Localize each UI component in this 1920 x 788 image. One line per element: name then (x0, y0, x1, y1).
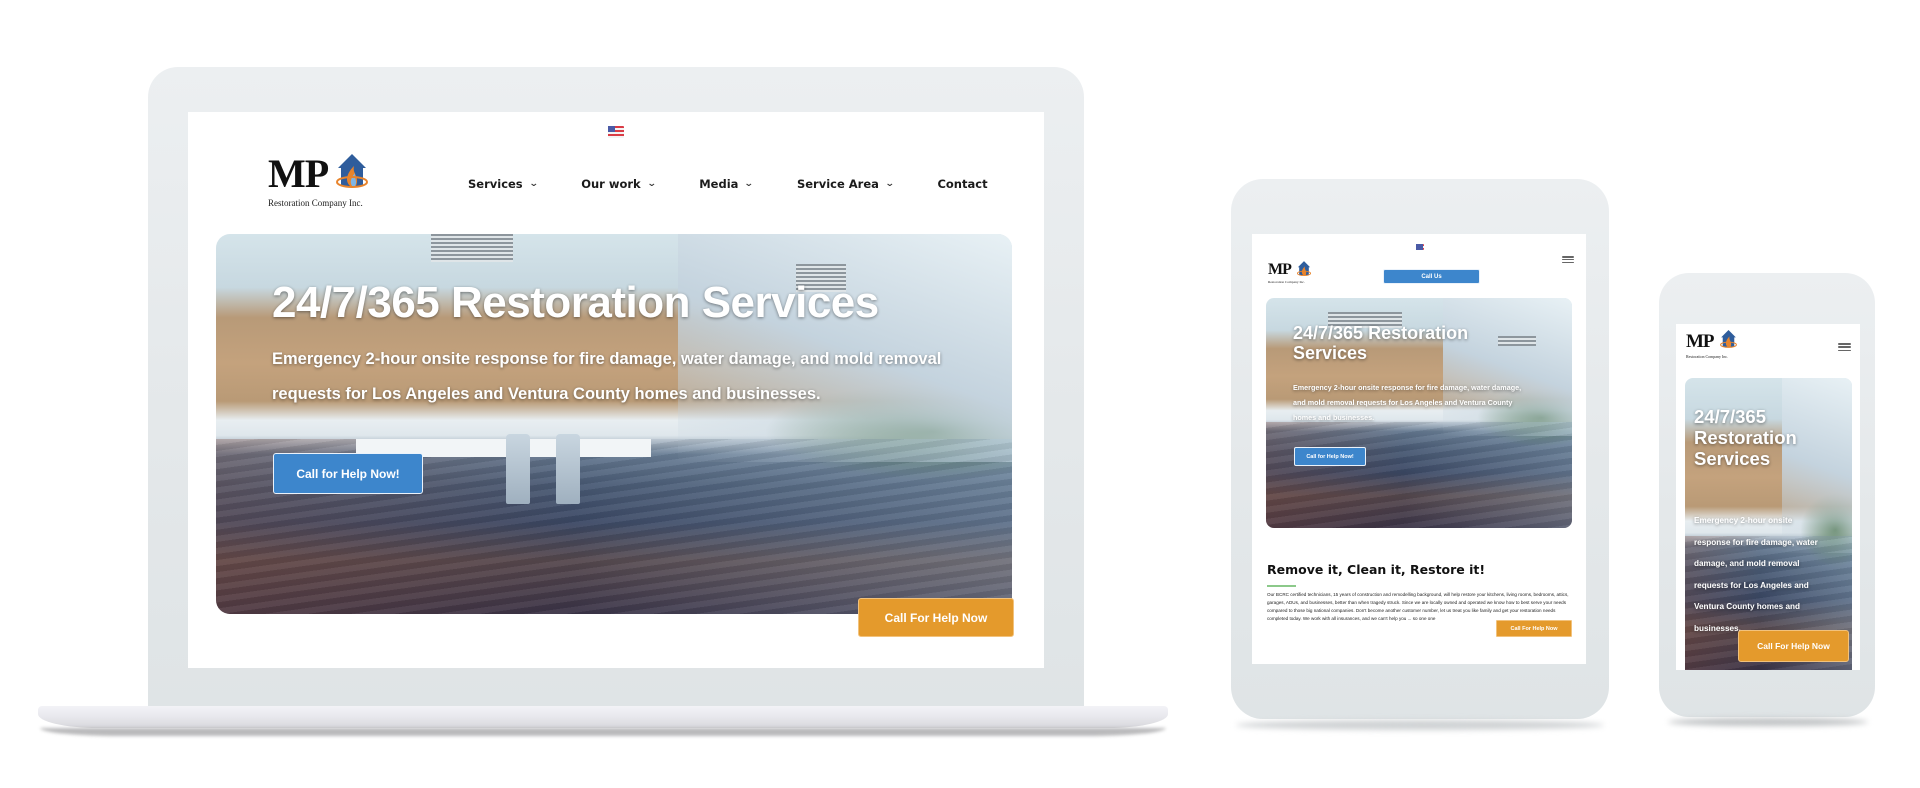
nav-label: Services (468, 177, 523, 191)
phone-shadow (1668, 718, 1868, 726)
hero-image: 24/7/365 Restoration Services Emergency … (1685, 378, 1852, 670)
hero-title-line: Services (1293, 343, 1368, 363)
hero-subtitle-line: homes and businesses. (1293, 413, 1375, 422)
hero-title: 24/7/365 Restoration Services (1694, 406, 1797, 469)
nav-item-contact[interactable]: Contact (937, 177, 987, 191)
hero-subtitle: Emergency 2-hour onsite response for fir… (272, 342, 941, 412)
hamburger-icon[interactable] (1562, 256, 1574, 263)
floating-call-button[interactable]: Call For Help Now (858, 598, 1014, 637)
nav-item-service-area[interactable]: Service Area ⌄ (796, 177, 895, 191)
mobile-screen: MP Restoration Company Inc. 24/7/365 Res… (1676, 324, 1860, 670)
hero-image: 24/7/365 Restoration Services Emergency … (1266, 298, 1572, 528)
title-underline (1267, 585, 1296, 587)
house-flame-icon (336, 154, 368, 188)
logo-tagline: Restoration Company Inc. (1686, 354, 1729, 359)
logo-tagline: Restoration Company Inc. (268, 198, 363, 208)
nav-item-media[interactable]: Media ⌄ (699, 177, 755, 191)
logo-tagline: Restoration Company Inc. (1268, 280, 1305, 284)
nav-label: Contact (937, 177, 988, 191)
hero-title-line: Restoration (1694, 427, 1797, 448)
chevron-down-icon: ⌄ (744, 179, 755, 189)
chair (506, 434, 530, 504)
hero-subtitle-line: Emergency 2-hour onsite response for fir… (1293, 383, 1522, 392)
floating-call-button[interactable]: Call For Help Now (1738, 630, 1849, 662)
chevron-down-icon: ⌄ (646, 179, 657, 189)
nav-item-our-work[interactable]: Our work ⌄ (581, 177, 657, 191)
hero-title-line: 24/7/365 Restoration (1293, 323, 1469, 343)
house-flame-icon (1297, 261, 1311, 276)
section-body: Our BCRC certified technicians, 15 years… (1267, 592, 1569, 621)
us-flag-icon[interactable] (1416, 244, 1424, 250)
hero-subtitle: Emergency 2-hour onsite response for fir… (1694, 510, 1818, 639)
ceiling-vent (1498, 336, 1536, 346)
chevron-down-icon: ⌄ (884, 179, 895, 189)
chair (556, 434, 580, 504)
nav-item-services[interactable]: Services ⌄ (468, 177, 539, 191)
chevron-down-icon: ⌄ (528, 179, 539, 189)
hero-subtitle-line: requests for Los Angeles and Ventura Cou… (272, 385, 821, 403)
section-title: Remove it, Clean it, Restore it! (1267, 562, 1486, 577)
hero-title: 24/7/365 Restoration Services (272, 278, 879, 327)
logo-mark: MP (1686, 331, 1715, 352)
hero-title: 24/7/365 Restoration Services (1293, 323, 1468, 363)
logo-mark: MP (1268, 261, 1292, 278)
call-for-help-button[interactable]: Call for Help Now! (1294, 447, 1366, 466)
hero-subtitle: Emergency 2-hour onsite response for fir… (1293, 380, 1521, 425)
hero-title-line: 24/7/365 (1694, 406, 1767, 427)
hamburger-icon[interactable] (1838, 343, 1851, 351)
logo[interactable]: MP Restoration Company Inc. (1268, 261, 1318, 286)
call-for-help-button[interactable]: Call for Help Now! (273, 453, 423, 494)
hero-image: 24/7/365 Restoration Services Emergency … (216, 234, 1012, 614)
hero-subtitle-line: Emergency 2-hour onsite response for fir… (272, 350, 942, 368)
hero-title-line: Services (1694, 448, 1771, 469)
nav-label: Service Area (796, 177, 879, 191)
laptop-shadow (40, 728, 1166, 736)
hero-subtitle-line: Emergency 2-hour onsite (1694, 516, 1793, 525)
house-flame-icon (1720, 330, 1737, 348)
call-us-button[interactable]: Call Us (1383, 269, 1480, 284)
hero-subtitle-line: Ventura County homes and (1694, 602, 1800, 611)
logo[interactable]: MP Restoration Company Inc. (1686, 330, 1746, 360)
hero-subtitle-line: requests for Los Angeles and (1694, 580, 1809, 590)
laptop-base (38, 706, 1168, 728)
nav-label: Media (699, 177, 739, 191)
logo[interactable]: MP Restoration Company Inc. (268, 152, 388, 212)
hero-subtitle-line: response for fire damage, water (1694, 537, 1818, 547)
floating-call-button[interactable]: Call For Help Now (1496, 620, 1572, 637)
ceiling-vent (431, 234, 513, 262)
tablet-screen: MP Restoration Company Inc. Call Us 24/7… (1252, 234, 1586, 664)
hero-subtitle-line: and mold removal requests for Los Angele… (1293, 398, 1513, 407)
logo-mark: MP (268, 151, 329, 196)
nav-label: Our work (581, 177, 641, 191)
desktop-screen: MP Restoration Company Inc. Services ⌄ O… (188, 112, 1044, 668)
hero-subtitle-line: damage, and mold removal (1694, 559, 1800, 568)
main-nav: Services ⌄ Our work ⌄ Media ⌄ Service Ar… (468, 177, 1032, 191)
tablet-shadow (1236, 720, 1604, 730)
us-flag-icon[interactable] (608, 126, 624, 138)
